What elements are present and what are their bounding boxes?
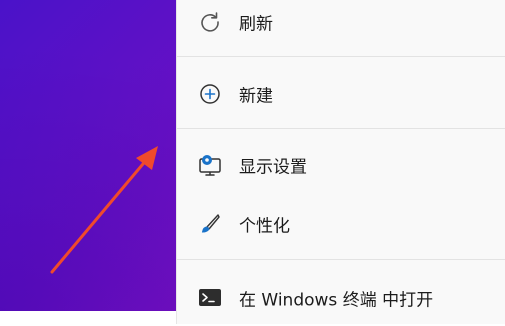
menu-item-display-settings[interactable]: 显示设置 (177, 137, 505, 193)
menu-separator (177, 56, 505, 57)
menu-item-label: 在 Windows 终端 中打开 (239, 290, 434, 311)
menu-item-label: 显示设置 (239, 157, 307, 178)
menu-item-new[interactable]: 新建 (177, 66, 505, 122)
menu-item-label: 个性化 (239, 216, 290, 237)
menu-item-open-terminal[interactable]: 在 Windows 终端 中打开 (177, 270, 505, 326)
menu-separator (177, 259, 505, 260)
menu-item-label: 刷新 (239, 14, 273, 35)
refresh-icon (197, 9, 223, 35)
desktop-context-menu: 刷新 新建 显示设置 个性化 在 Windows 终端 中打开 (176, 0, 505, 324)
brush-icon (197, 211, 223, 237)
display-settings-icon (197, 152, 223, 178)
add-circle-icon (197, 81, 223, 107)
menu-item-personalize[interactable]: 个性化 (177, 196, 505, 252)
menu-item-refresh[interactable]: 刷新 (177, 0, 505, 50)
terminal-icon (197, 285, 223, 311)
menu-item-label: 新建 (239, 86, 273, 107)
menu-separator (177, 128, 505, 129)
